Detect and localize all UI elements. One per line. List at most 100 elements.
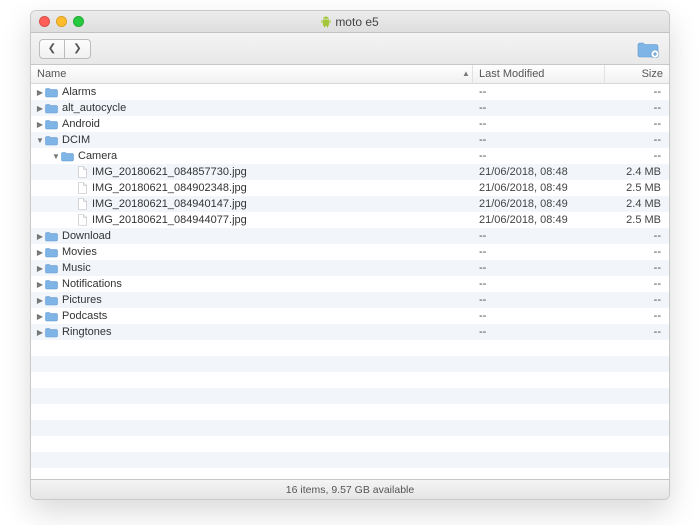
column-name[interactable]: Name — [31, 65, 473, 83]
item-label: DCIM — [62, 134, 90, 146]
item-label: IMG_20180621_084902348.jpg — [92, 182, 247, 194]
size-cell: -- — [605, 134, 669, 146]
size-cell: -- — [605, 150, 669, 162]
item-label: IMG_20180621_084944077.jpg — [92, 214, 247, 226]
folder-row[interactable]: ▶Music---- — [31, 260, 669, 276]
status-bar: 16 items, 9.57 GB available — [31, 479, 669, 499]
file-browser-window: moto e5 ❮ ❯ Name ▲ Last Modified Size — [30, 10, 670, 500]
empty-row — [31, 372, 669, 388]
folder-row[interactable]: ▼Camera---- — [31, 148, 669, 164]
name-cell: ▼ Camera — [31, 150, 473, 162]
folder-row[interactable]: ▶ Download ---- — [31, 228, 669, 244]
name-cell: ▶Ringtones — [31, 326, 473, 338]
folder-plus-icon — [637, 40, 659, 58]
folder-icon — [45, 119, 58, 130]
new-folder-button[interactable] — [635, 39, 661, 59]
folder-icon — [45, 295, 58, 306]
folder-row[interactable]: ▶Ringtones---- — [31, 324, 669, 340]
modified-cell: -- — [473, 278, 605, 290]
item-label: Notifications — [62, 278, 122, 290]
size-cell: 2.4 MB — [605, 198, 669, 210]
size-cell: -- — [605, 326, 669, 338]
folder-row[interactable]: ▼ DCIM ---- — [31, 132, 669, 148]
name-cell: ▶ Pictures — [31, 294, 473, 306]
file-row[interactable]: IMG_20180621_084944077.jpg 21/06/2018, 08… — [31, 212, 669, 228]
name-cell: ▶ Movies — [31, 246, 473, 258]
folder-row[interactable]: ▶ Alarms ---- — [31, 84, 669, 100]
back-button[interactable]: ❮ — [39, 39, 65, 59]
size-cell: -- — [605, 102, 669, 114]
modified-cell: 21/06/2018, 08:49 — [473, 198, 605, 210]
name-cell: IMG_20180621_084902348.jpg — [31, 182, 473, 194]
size-cell: -- — [605, 294, 669, 306]
column-size[interactable]: Size — [605, 65, 669, 83]
folder-row[interactable]: ▶ alt_autocycle ---- — [31, 100, 669, 116]
name-cell: ▶Android — [31, 118, 473, 130]
forward-button[interactable]: ❯ — [65, 39, 91, 59]
column-modified[interactable]: ▲ Last Modified — [473, 65, 605, 83]
size-cell: -- — [605, 86, 669, 98]
item-label: Pictures — [62, 294, 102, 306]
modified-cell: 21/06/2018, 08:49 — [473, 214, 605, 226]
window-title-text: moto e5 — [335, 15, 378, 29]
file-row[interactable]: IMG_20180621_084902348.jpg21/06/2018, 08… — [31, 180, 669, 196]
item-label: Alarms — [62, 86, 96, 98]
item-label: Camera — [78, 150, 117, 162]
folder-row[interactable]: ▶Notifications---- — [31, 276, 669, 292]
modified-cell: -- — [473, 86, 605, 98]
disclosure-closed-icon[interactable]: ▶ — [35, 248, 45, 257]
size-cell: -- — [605, 230, 669, 242]
folder-icon — [45, 311, 58, 322]
name-cell: ▶Music — [31, 262, 473, 274]
status-text: 16 items, 9.57 GB available — [286, 484, 414, 496]
folder-icon — [45, 279, 58, 290]
disclosure-closed-icon[interactable]: ▶ — [35, 280, 45, 289]
disclosure-closed-icon[interactable]: ▶ — [35, 232, 45, 241]
file-row[interactable]: IMG_20180621_084857730.jpg 21/06/2018, 08… — [31, 164, 669, 180]
modified-cell: -- — [473, 294, 605, 306]
folder-icon — [61, 151, 74, 162]
item-label: alt_autocycle — [62, 102, 126, 114]
disclosure-closed-icon[interactable]: ▶ — [35, 296, 45, 305]
disclosure-open-icon[interactable]: ▼ — [35, 136, 45, 145]
folder-icon — [45, 231, 58, 242]
modified-cell: -- — [473, 262, 605, 274]
size-cell: 2.5 MB — [605, 182, 669, 194]
name-cell: IMG_20180621_084940147.jpg — [31, 198, 473, 210]
modified-cell: -- — [473, 310, 605, 322]
window-title: moto e5 — [31, 15, 669, 29]
disclosure-closed-icon[interactable]: ▶ — [35, 264, 45, 273]
modified-cell: -- — [473, 246, 605, 258]
item-label: IMG_20180621_084857730.jpg — [92, 166, 247, 178]
disclosure-closed-icon[interactable]: ▶ — [35, 120, 45, 129]
folder-row[interactable]: ▶ Movies ---- — [31, 244, 669, 260]
file-list: ▶Alarms----▶alt_autocycle----▶Android---… — [31, 84, 669, 479]
empty-row — [31, 468, 669, 479]
folder-icon — [45, 263, 58, 274]
disclosure-open-icon[interactable]: ▼ — [51, 152, 61, 161]
disclosure-closed-icon[interactable]: ▶ — [35, 104, 45, 113]
folder-row[interactable]: ▶Podcasts---- — [31, 308, 669, 324]
disclosure-closed-icon[interactable]: ▶ — [35, 88, 45, 97]
modified-cell: -- — [473, 134, 605, 146]
folder-row[interactable]: ▶Android---- — [31, 116, 669, 132]
modified-cell: -- — [473, 102, 605, 114]
modified-cell: 21/06/2018, 08:48 — [473, 166, 605, 178]
size-cell: -- — [605, 246, 669, 258]
modified-cell: -- — [473, 230, 605, 242]
disclosure-closed-icon[interactable]: ▶ — [35, 328, 45, 337]
file-row[interactable]: IMG_20180621_084940147.jpg21/06/2018, 08… — [31, 196, 669, 212]
folder-row[interactable]: ▶ Pictures ---- — [31, 292, 669, 308]
size-cell: -- — [605, 262, 669, 274]
name-cell: ▶ alt_autocycle — [31, 102, 473, 114]
item-label: Podcasts — [62, 310, 107, 322]
titlebar[interactable]: moto e5 — [31, 11, 669, 33]
toolbar: ❮ ❯ — [31, 33, 669, 65]
column-headers: Name ▲ Last Modified Size — [31, 65, 669, 84]
item-label: Movies — [62, 246, 97, 258]
size-cell: -- — [605, 118, 669, 130]
sort-indicator-icon: ▲ — [462, 69, 470, 78]
item-label: Download — [62, 230, 111, 242]
file-icon — [77, 182, 88, 194]
disclosure-closed-icon[interactable]: ▶ — [35, 312, 45, 321]
